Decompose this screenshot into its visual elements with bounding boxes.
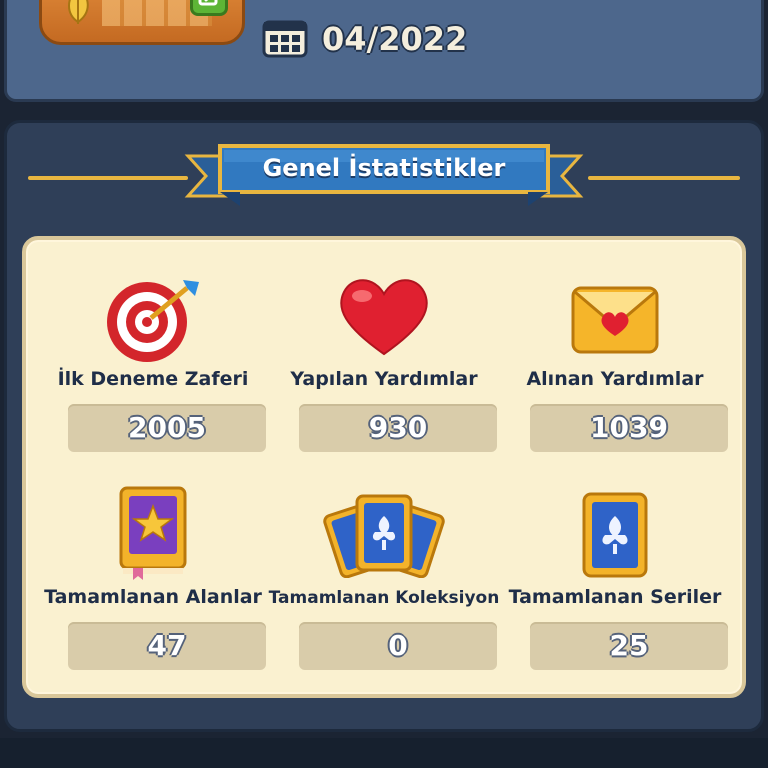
heart-icon	[340, 279, 428, 356]
profile-avatar[interactable]	[39, 0, 245, 45]
leaf-icon	[68, 0, 89, 24]
edit-icon[interactable]	[190, 0, 228, 16]
panel-title: Genel İstatistikler	[262, 154, 506, 182]
stat-label: Tamamlanan Koleksiyon	[268, 588, 500, 608]
stat-value: 2005	[68, 404, 266, 452]
card-fan-icon	[323, 494, 445, 578]
calendar-icon	[262, 20, 308, 58]
title-rule-right	[588, 176, 740, 180]
date-value: 04/2022	[322, 20, 468, 58]
stat-label: Tamamlanan Alanlar	[44, 586, 262, 608]
star-book-icon	[119, 486, 187, 580]
stat-value: 0	[299, 622, 497, 670]
stat-value: 47	[68, 622, 266, 670]
stat-label: Tamamlanan Seriler	[508, 586, 722, 608]
stat-value: 930	[299, 404, 497, 452]
card-icon	[582, 492, 648, 578]
stat-label: İlk Deneme Zaferi	[57, 368, 249, 390]
title-rule-left	[28, 176, 188, 180]
stat-label: Alınan Yardımlar	[526, 368, 704, 390]
envelope-icon	[571, 286, 659, 354]
stat-value: 1039	[530, 404, 728, 452]
target-icon	[107, 280, 199, 362]
bottom-strip	[0, 738, 768, 768]
stat-value: 25	[530, 622, 728, 670]
stats-grid: İlk Deneme Zaferi 2005 Yapılan Yardımlar…	[22, 236, 746, 698]
join-date: 04/2022	[262, 19, 467, 59]
stat-label: Yapılan Yardımlar	[290, 368, 478, 390]
